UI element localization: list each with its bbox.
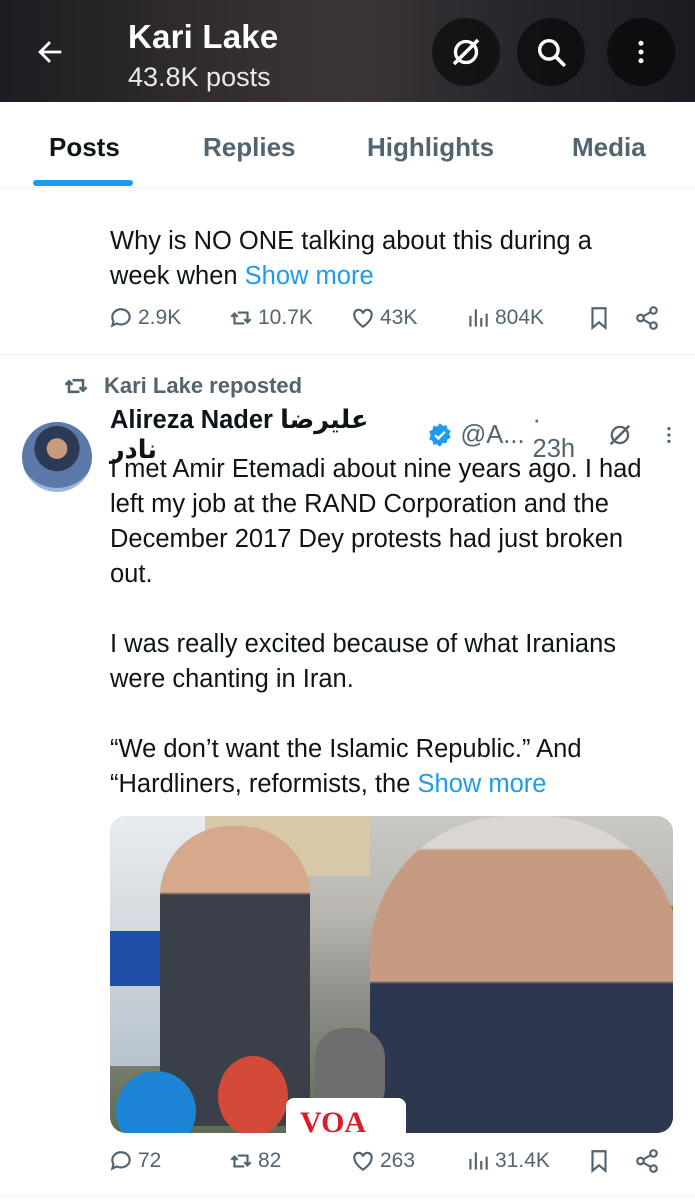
reply-icon [110, 308, 131, 328]
search-icon [537, 38, 566, 67]
voa-logo: VOA [300, 1106, 367, 1133]
repost-button[interactable]: 82 [228, 1148, 281, 1174]
share-icon [636, 306, 658, 330]
share-button[interactable] [634, 305, 660, 331]
repost-icon [230, 311, 252, 325]
show-more-link[interactable]: Show more [245, 262, 374, 290]
bookmark-icon [591, 1150, 607, 1174]
post-text: Why is NO ONE talking about this during … [110, 227, 592, 290]
avatar[interactable] [22, 422, 92, 492]
reply-button[interactable]: 2.9K [108, 305, 181, 331]
heart-icon [353, 308, 373, 328]
like-button[interactable]: 263 [350, 1148, 415, 1174]
search-button[interactable] [517, 18, 585, 86]
grok-icon[interactable] [606, 421, 634, 449]
back-arrow-icon [38, 41, 62, 63]
share-icon [636, 1149, 658, 1173]
author-row: Alireza Nader علیرضا نادر @A... · 23h [110, 406, 680, 464]
views-icon [469, 309, 488, 327]
views-button[interactable]: 804K [465, 305, 544, 331]
views-icon [469, 1152, 488, 1170]
profile-header: Kari Lake 43.8K posts [0, 0, 695, 102]
post-text: I met Amir Etemadi about nine years ago.… [110, 455, 642, 798]
grok-button[interactable] [432, 18, 500, 86]
share-button[interactable] [634, 1148, 660, 1174]
post-divider [0, 354, 695, 355]
post-image[interactable]: VOA [110, 816, 673, 1133]
tab-replies[interactable]: Replies [203, 132, 296, 163]
tab-posts[interactable]: Posts [49, 132, 120, 163]
grok-icon [452, 38, 480, 66]
more-options-button[interactable] [607, 18, 675, 86]
reply-icon [110, 1151, 131, 1171]
show-more-link[interactable]: Show more [418, 770, 547, 798]
views-button[interactable]: 31.4K [465, 1148, 550, 1174]
more-vertical-icon[interactable] [658, 422, 680, 448]
bookmark-icon [591, 307, 607, 331]
profile-name: Kari Lake [128, 18, 279, 55]
active-tab-indicator [33, 180, 133, 186]
repost-button[interactable]: 10.7K [228, 305, 313, 331]
like-button[interactable]: 43K [350, 305, 417, 331]
repost-icon [64, 378, 88, 394]
post-count: 43.8K posts [128, 62, 271, 92]
bookmark-button[interactable] [586, 305, 612, 331]
more-vertical-icon [638, 40, 644, 64]
repost-icon [230, 1154, 252, 1168]
repost-indicator: Kari Lake reposted [62, 372, 302, 400]
post-divider [0, 1196, 695, 1197]
back-button[interactable] [16, 18, 84, 86]
post-actions: 2.9K 10.7K 43K 804K [108, 305, 668, 345]
verified-badge-icon [428, 423, 451, 447]
tab-highlights[interactable]: Highlights [367, 132, 494, 163]
tab-media[interactable]: Media [572, 132, 646, 163]
author-handle[interactable]: @A... [460, 421, 524, 450]
profile-tabs: Posts Replies Highlights Media [0, 102, 695, 188]
reply-button[interactable]: 72 [108, 1148, 161, 1174]
bookmark-button[interactable] [586, 1148, 612, 1174]
heart-icon [353, 1151, 373, 1171]
post-actions: 72 82 263 31.4K [108, 1148, 668, 1188]
